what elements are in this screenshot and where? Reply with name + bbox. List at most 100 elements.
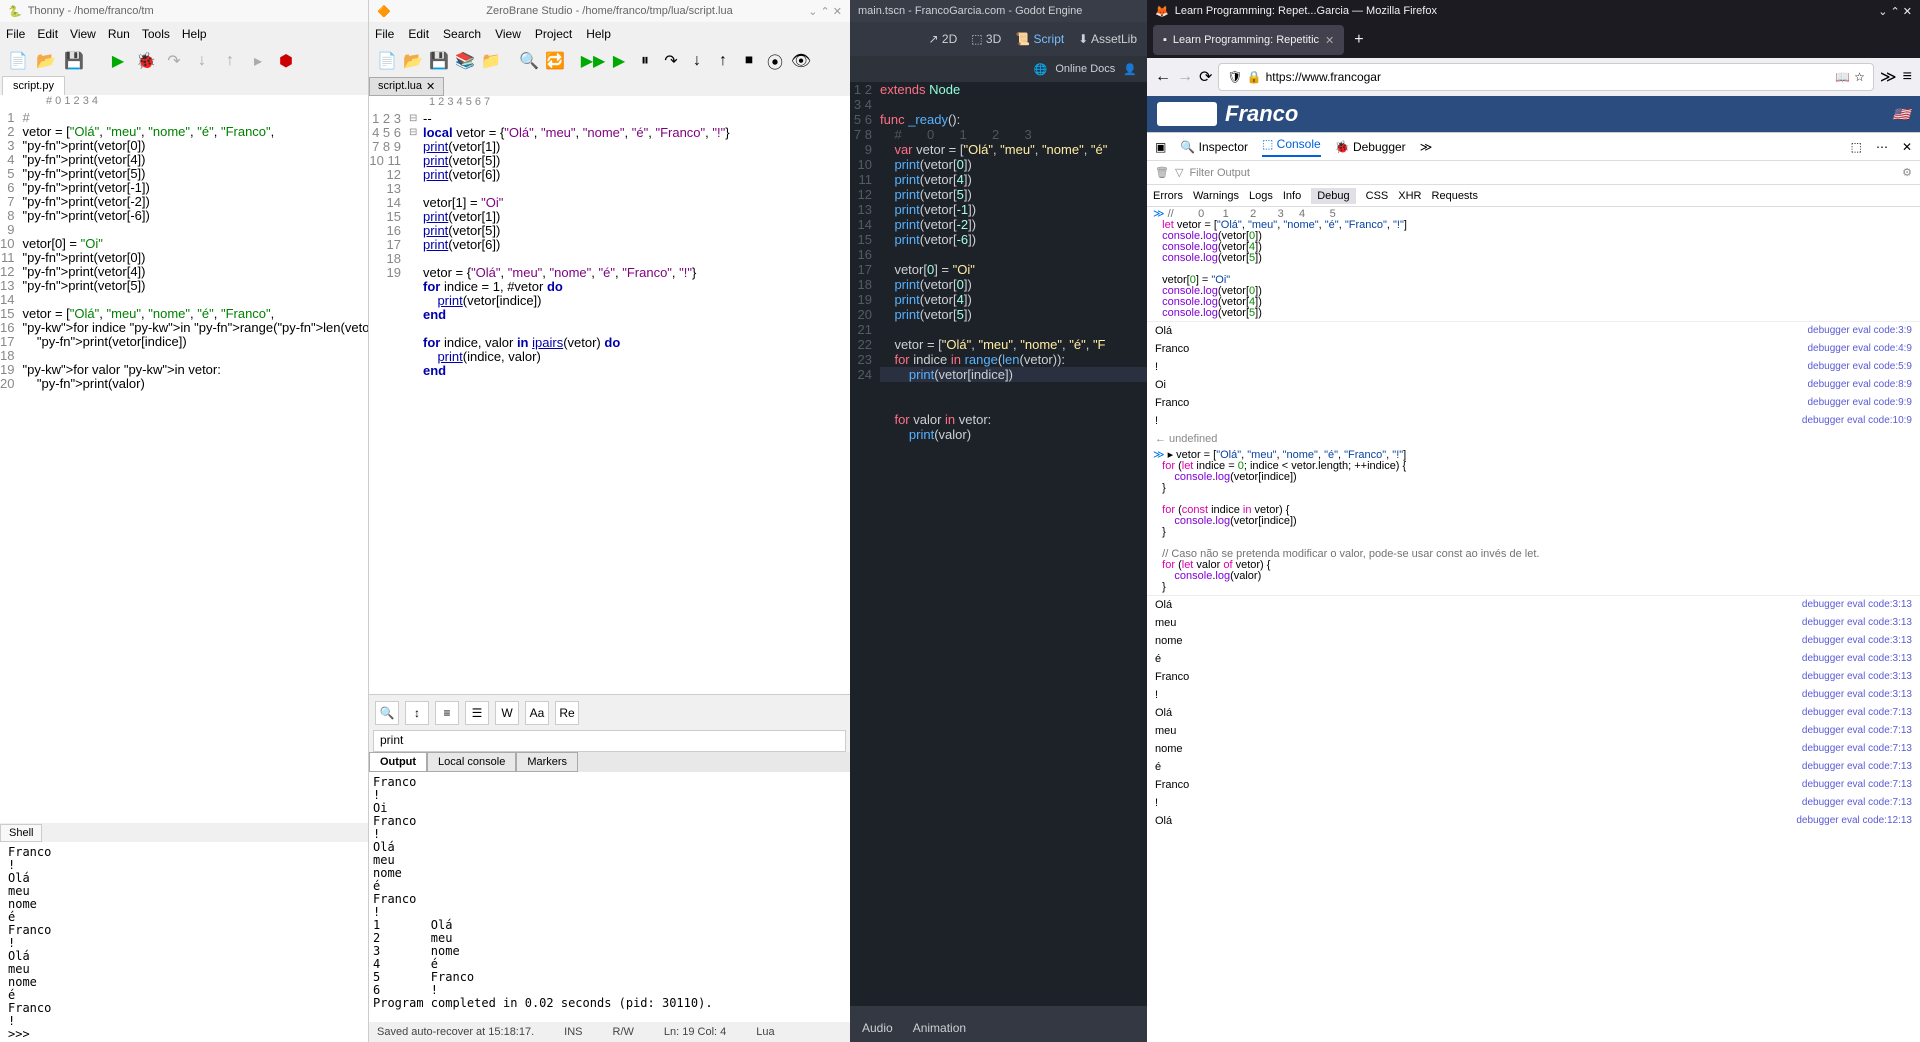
zb-file-tab[interactable]: script.lua✕ [369,77,444,96]
zb-stop-icon[interactable]: ⏹ [737,49,761,73]
gear-icon[interactable]: ⚙ [1902,166,1912,179]
stop-icon[interactable]: ⬢ [274,49,298,73]
zb-editor[interactable]: 1 2 3 4 5 6 7 1 2 3 4 5 6 7 8 9 10 11 12… [369,96,850,695]
zb-open-icon[interactable]: 📂 [401,49,425,73]
zb-stepout-icon[interactable]: ↑ [711,49,735,73]
zb-tab-output[interactable]: Output [369,752,427,772]
firefox-tab-active[interactable]: ▪ Learn Programming: Repetitic ✕ [1153,25,1344,55]
godot-audio-tab[interactable]: Audio [862,1021,893,1035]
menu-tools[interactable]: Tools [142,27,170,41]
zb-breakpoint-icon[interactable]: ⦿ [763,49,787,73]
back-icon[interactable]: ← [1155,68,1171,86]
zb-replace-icon[interactable]: 🔁 [543,49,567,73]
thonny-shell-tab[interactable]: Shell [0,824,42,842]
menu-run[interactable]: Run [108,27,130,41]
zb-code[interactable]: -- local vetor = {"Olá", "meu", "nome", … [423,112,850,378]
zb-stepover-icon[interactable]: ↷ [659,49,683,73]
zb-tab-markers[interactable]: Markers [516,752,578,772]
zb-break-icon[interactable]: ⏸ [633,49,657,73]
zb-menu-help[interactable]: Help [586,27,611,41]
zb-fold-column[interactable]: ⊟ ⊟ [409,112,423,378]
close-icon[interactable]: ✕ [426,80,435,93]
zb-search-aa[interactable]: Aa [525,701,549,725]
hamburger-icon[interactable]: ≡ [1903,68,1912,86]
godot-assetlib-button[interactable]: ⬇ AssetLib [1078,32,1137,46]
zb-debug-start-icon[interactable]: ▶ [607,49,631,73]
menu-view[interactable]: View [70,27,96,41]
zb-search-re[interactable]: Re [555,701,579,725]
dt-dock-icon[interactable]: ⬚ [1851,140,1862,154]
godot-editor[interactable]: 1 2 3 4 5 6 7 8 9 10 11 12 13 14 15 16 1… [850,82,1147,1006]
godot-animation-tab[interactable]: Animation [913,1021,966,1035]
resume-icon[interactable]: ▸ [246,49,270,73]
thonny-code[interactable]: # vetor = ["Olá", "meu", "nome", "é", "F… [22,111,368,391]
zb-search-icon[interactable]: 🔍 [375,701,399,725]
dt-tab-console[interactable]: ⬚ Console [1262,137,1321,157]
godot-2d-button[interactable]: ↗ 2D [929,32,958,46]
logf-debug[interactable]: Debug [1311,188,1355,204]
firefox-url-input[interactable]: 🛡 🔒 https://www.francogar 📖 ☆ [1218,63,1874,91]
bookmark-icon[interactable]: ☆ [1854,70,1865,84]
logf-css[interactable]: CSS [1366,190,1389,202]
zb-output[interactable]: Franco ! Oi Franco ! Olá meu nome é Fran… [369,772,850,1022]
devtools-console-output[interactable]: ≫ // 0 1 2 3 4 5 let vetor = ["Olá", "me… [1147,207,1920,1042]
logf-logs[interactable]: Logs [1249,190,1273,202]
thonny-menubar[interactable]: File Edit View Run Tools Help [0,22,368,46]
run-icon[interactable]: ▶ [106,49,130,73]
zb-save-icon[interactable]: 💾 [427,49,451,73]
zb-menu-search[interactable]: Search [443,27,481,41]
zb-menu-edit[interactable]: Edit [408,27,429,41]
zb-search-input[interactable]: print [373,730,846,752]
zb-find-icon[interactable]: 🔍 [517,49,541,73]
firefox-newtab-button[interactable]: + [1344,31,1373,49]
zb-projdir-icon[interactable]: 📁 [479,49,503,73]
zb-tab-console[interactable]: Local console [427,752,516,772]
flag-icon[interactable]: 🇺🇸 [1893,106,1910,123]
dt-close-icon[interactable]: ✕ [1902,140,1912,154]
logf-xhr[interactable]: XHR [1398,190,1421,202]
trash-icon[interactable]: 🗑 [1155,166,1169,179]
step-over-icon[interactable]: ↷ [162,49,186,73]
zb-menu-project[interactable]: Project [535,27,572,41]
thonny-editor[interactable]: # 0 1 2 3 4 1 2 3 4 5 6 7 8 9 10 11 12 1… [0,95,368,823]
reader-icon[interactable]: 📖 [1835,70,1850,84]
godot-script-button[interactable]: 📜 Script [1015,32,1064,46]
godot-3d-button[interactable]: ⬚ 3D [971,32,1001,46]
zb-saveall-icon[interactable]: 📚 [453,49,477,73]
godot-code[interactable]: extends Node func _ready(): # 0 1 2 3 va… [880,82,1147,442]
logf-errors[interactable]: Errors [1153,190,1183,202]
logf-info[interactable]: Info [1283,190,1301,202]
zb-menu-file[interactable]: File [375,27,394,41]
menu-file[interactable]: File [6,27,25,41]
zb-stepin-icon[interactable]: ↓ [685,49,709,73]
zb-watch-icon[interactable]: 👁 [789,49,813,73]
zb-search-w[interactable]: W [495,701,519,725]
zb-menu-view[interactable]: View [495,27,521,41]
open-file-icon[interactable]: 📂 [34,49,58,73]
zb-search-list-icon[interactable]: ≡ [435,701,459,725]
menu-edit[interactable]: Edit [37,27,58,41]
dt-tab-more[interactable]: ≫ [1420,140,1433,154]
menu-help[interactable]: Help [182,27,207,41]
forward-icon[interactable]: → [1177,68,1193,86]
thonny-file-tab[interactable]: script.py [2,76,65,95]
zb-new-icon[interactable]: 📄 [375,49,399,73]
step-out-icon[interactable]: ↑ [218,49,242,73]
save-icon[interactable]: 💾 [62,49,86,73]
dt-options-icon[interactable]: ⋯ [1876,140,1888,154]
debug-icon[interactable]: 🐞 [134,49,158,73]
picker-icon[interactable]: ▣ [1155,140,1166,154]
zb-output-tabs[interactable]: Output Local console Markers [369,752,850,772]
overflow-icon[interactable]: ≫ [1880,67,1897,87]
thonny-shell[interactable]: Franco ! Olá meu nome é Franco ! Olá meu… [0,842,368,1042]
step-into-icon[interactable]: ↓ [190,49,214,73]
zb-search-up-icon[interactable]: ↕ [405,701,429,725]
dt-tab-inspector[interactable]: 🔍 Inspector [1180,140,1248,154]
new-file-icon[interactable]: 📄 [6,49,30,73]
logf-warnings[interactable]: Warnings [1193,190,1239,202]
zb-menubar[interactable]: File Edit Search View Project Help [369,22,850,46]
zb-run-icon[interactable]: ▶▶ [581,49,605,73]
logf-req[interactable]: Requests [1432,190,1478,202]
filter-input[interactable]: Filter Output [1189,167,1896,179]
godot-docs-link[interactable]: Online Docs [1055,63,1115,75]
